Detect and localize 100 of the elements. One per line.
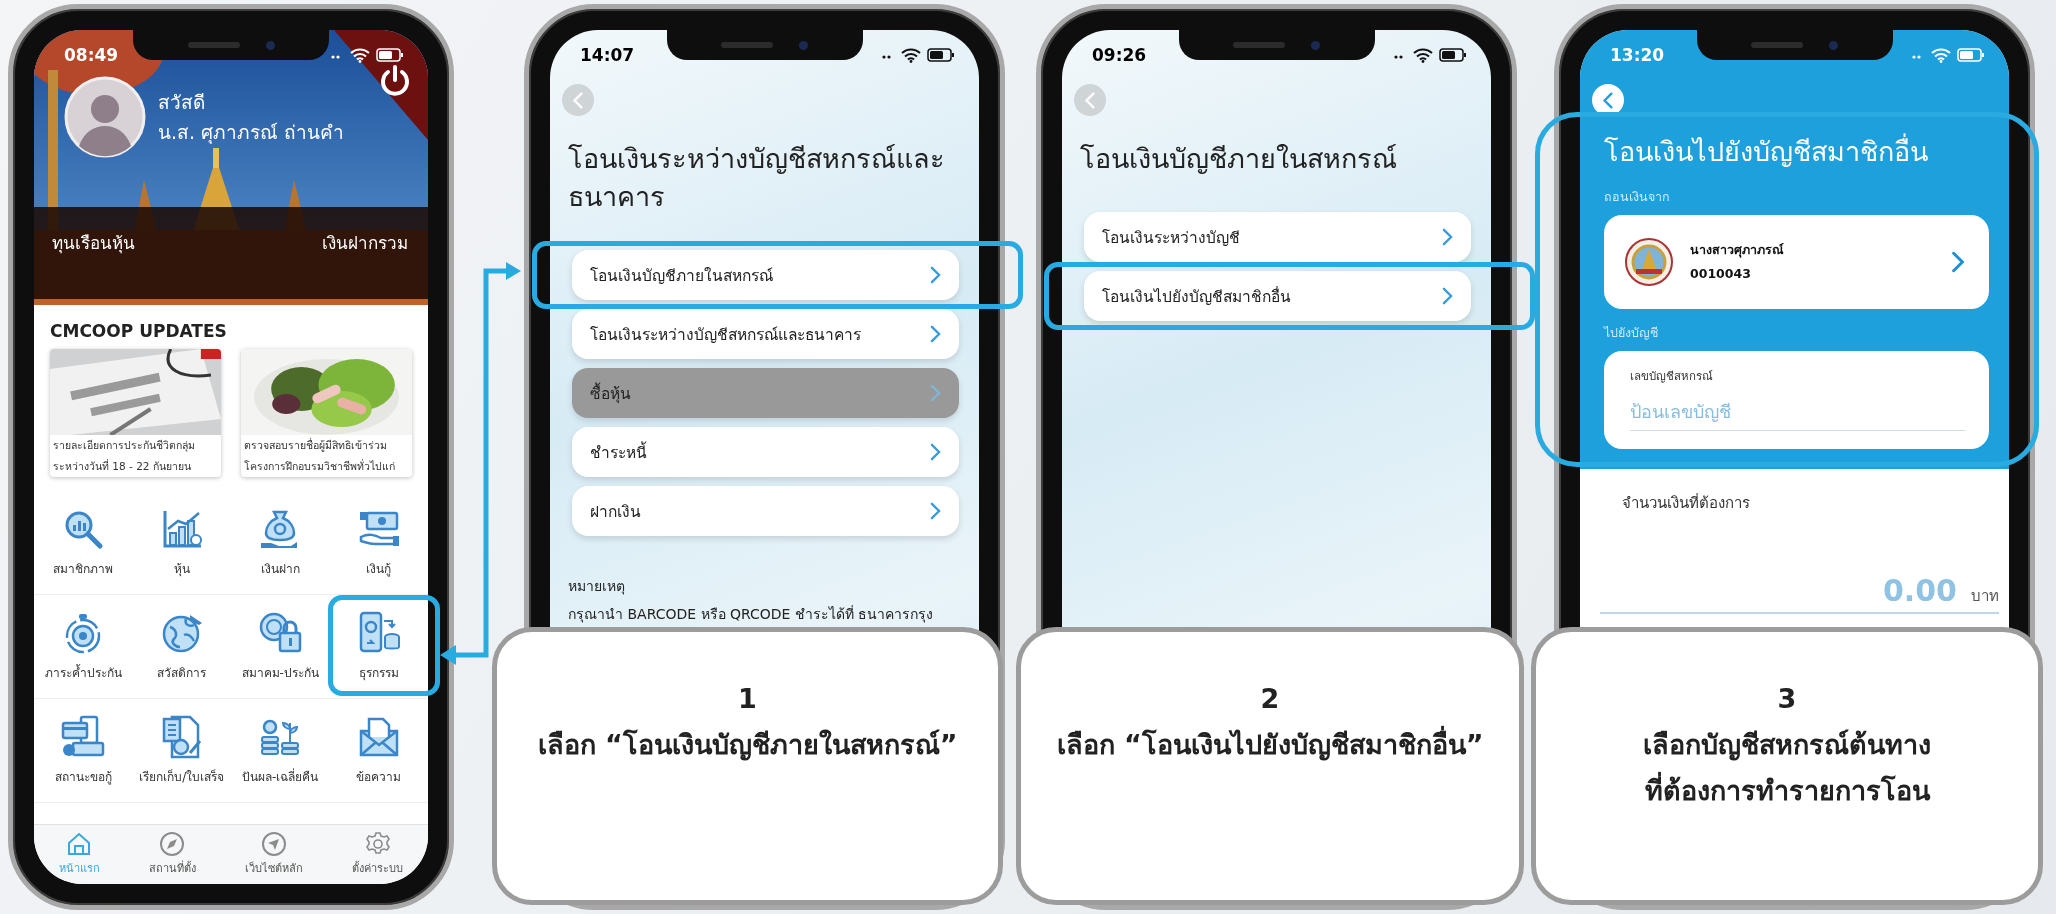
settings-icon [364,831,391,857]
account-input[interactable]: ป้อนเลขบัญชี [1630,389,1965,431]
note-text: กรุณานำ BARCODE หรือ QRCODE ชำระได้ที่ ธนาคารกรุง [568,604,935,625]
menu-tile[interactable]: สถานะขอกู้ [34,699,133,802]
menu-tile[interactable]: สมาคม-ประกัน [231,595,330,698]
navigation-icon [261,831,288,857]
menu-option[interactable]: ชำระหนี้ [572,427,959,477]
section-title: CMCOOP UPDATES [50,321,228,341]
page-title: โอนเงินระหว่างบัญชีสหกรณ์และ ธนาคาร [568,142,946,214]
amount-value: 0.00 [1882,573,1957,608]
chevron-icon [930,266,941,284]
field-label: ไปยังบัญชี [1604,324,1659,342]
wifi-icon [1931,47,1951,63]
menu-option[interactable]: โอนเงินไปยังบัญชีสมาชิกอื่น [1084,271,1471,321]
chevron-icon [1442,287,1453,305]
chevron-icon [1951,250,1965,274]
step-number: 3 [1777,682,1797,716]
menu-option[interactable]: ซื้อหุ้น [572,368,959,418]
menu-label: สวัสดิการ [157,665,207,682]
menu-tile[interactable]: ภาระค้ำประกัน [34,595,133,698]
tab-item[interactable]: ตั้งค่าระบบ [352,831,404,884]
back-button[interactable] [1074,84,1106,116]
menu-label: สถานะขอกู้ [54,769,112,786]
news-card[interactable]: รายละเอียดการประกันชีวิตกลุ่ม ระหว่างวันที่ 18 - 22 กันยายน [50,349,221,477]
balance-label: ทุนเรือนหุ้น [52,232,135,256]
menu-tile[interactable]: เงินกู้ [329,491,428,594]
amount-label: จำนวนเงินที่ต้องการ [1622,492,1751,514]
menu-option[interactable]: โอนเงินระหว่างบัญชีสหกรณ์และธนาคาร [572,309,959,359]
status-time: 14:07 [580,45,635,65]
avatar-icon [64,76,146,158]
chevron-icon [930,443,941,461]
menu-label: ข้อความ [356,769,402,786]
wifi-icon [901,47,921,63]
menu-tile[interactable]: ปันผล-เฉลี่ยคืน [231,699,330,802]
currency-label: บาท [1971,586,1999,607]
card-phone-icon [61,715,106,759]
menu-label: เรียกเก็บ/ใบเสร็จ [139,768,225,786]
menu-tile[interactable]: ธุรกรรม [329,595,428,698]
battery-icon [376,48,404,62]
status-time: 09:26 [1092,45,1147,65]
status-time: 13:20 [1610,45,1665,65]
menu-option[interactable]: ฝากเงิน [572,486,959,536]
field-label: ถอนเงินจาก [1604,188,1671,206]
compass-icon [159,831,186,857]
back-icon [1084,91,1096,109]
back-icon [1602,91,1614,109]
battery-icon [1957,48,1985,62]
back-icon [572,91,584,109]
step-number: 2 [1260,682,1280,716]
battery-icon [1439,48,1467,62]
wifi-icon [350,47,370,63]
menu-label: สมาชิกภาพ [53,561,114,578]
page-title: โอนเงินบัญชีภายในสหกรณ์ [1080,142,1398,176]
status-time: 08:49 [64,45,119,65]
account-field[interactable]: เลขบัญชีสหกรณ์ ป้อนเลขบัญชี [1604,351,1989,449]
step-text: เลือกบัญชีสหกรณ์ต้นทาง [1643,728,1931,763]
news-card[interactable]: ตรวจสอบรายชื่อผู้มีสิทธิเข้าร่วม โครงการฝึกอบรมวิชาชีพทั่วไปแก่ [241,349,412,477]
menu-label: ภาระค้ำประกัน [44,663,122,682]
menu-option[interactable]: โอนเงินระหว่างบัญชี [1084,212,1471,262]
menu-tile[interactable]: เงินฝาก [231,491,330,594]
news-caption: รายละเอียดการประกันชีวิตกลุ่ม [52,438,196,454]
chevron-icon [1442,228,1453,246]
battery-icon [927,48,955,62]
chevron-icon [930,384,941,402]
tab-item[interactable]: สถานที่ตั้ง [148,831,196,884]
account-name: นางสาวศุภาภรณ์ [1690,241,1785,260]
coin-lock-icon [258,611,303,655]
emblem-icon [1624,237,1674,287]
menu-label: สมาคม-ประกัน [241,665,319,682]
wifi-icon [1413,47,1433,63]
menu-label: เงินกู้ [366,561,392,578]
menu-tile[interactable]: สมาชิกภาพ [34,491,133,594]
step-text: ที่ต้องการทำรายการโอน [1644,768,1930,814]
menu-tile[interactable]: หุ้น [132,491,231,594]
menu-label: หุ้น [173,561,190,578]
tab-item[interactable]: เว็บไซต์หลัก [245,831,304,884]
account-card[interactable]: นางสาวศุภาภรณ์ 0010043 [1604,215,1989,309]
menu-tile[interactable]: ข้อความ [329,699,428,802]
menu-tile[interactable]: เรียกเก็บ/ใบเสร็จ [132,699,231,802]
step-text: เลือก “โอนเงินบัญชีภายในสหกรณ์” [537,728,958,763]
amount-field[interactable]: 0.00 บาท [1600,573,1999,614]
step-text: เลือก “โอนเงินไปยังบัญชีสมาชิกอื่น” [1056,722,1484,768]
balance-label: เงินฝากรวม [322,232,408,255]
chevron-icon [930,502,941,520]
power-icon [378,64,412,98]
menu-label: เงินฝาก [260,561,300,578]
chevron-icon [930,325,941,343]
back-button[interactable] [562,84,594,116]
member-name: น.ส. ศุภาภรณ์ ถ่านคำ [158,120,345,146]
page-title: โอนเงินไปยังบัญชีสมาชิกอื่น [1604,130,1989,173]
greeting-text: สวัสดี [158,90,206,115]
news-caption: ระหว่างวันที่ 18 - 22 กันยายน [52,458,192,474]
home-icon [66,831,93,857]
note-title: หมายเหตุ [568,577,626,597]
step-number: 1 [738,682,757,716]
field-label: เลขบัญชีสหกรณ์ [1630,368,1714,385]
menu-tile[interactable]: สวัสดิการ [132,595,231,698]
news-caption: ตรวจสอบรายชื่อผู้มีสิทธิเข้าร่วม [243,437,388,454]
menu-label: ธุรกรรม [358,665,399,682]
menu-option[interactable]: โอนเงินบัญชีภายในสหกรณ์ [572,250,959,300]
